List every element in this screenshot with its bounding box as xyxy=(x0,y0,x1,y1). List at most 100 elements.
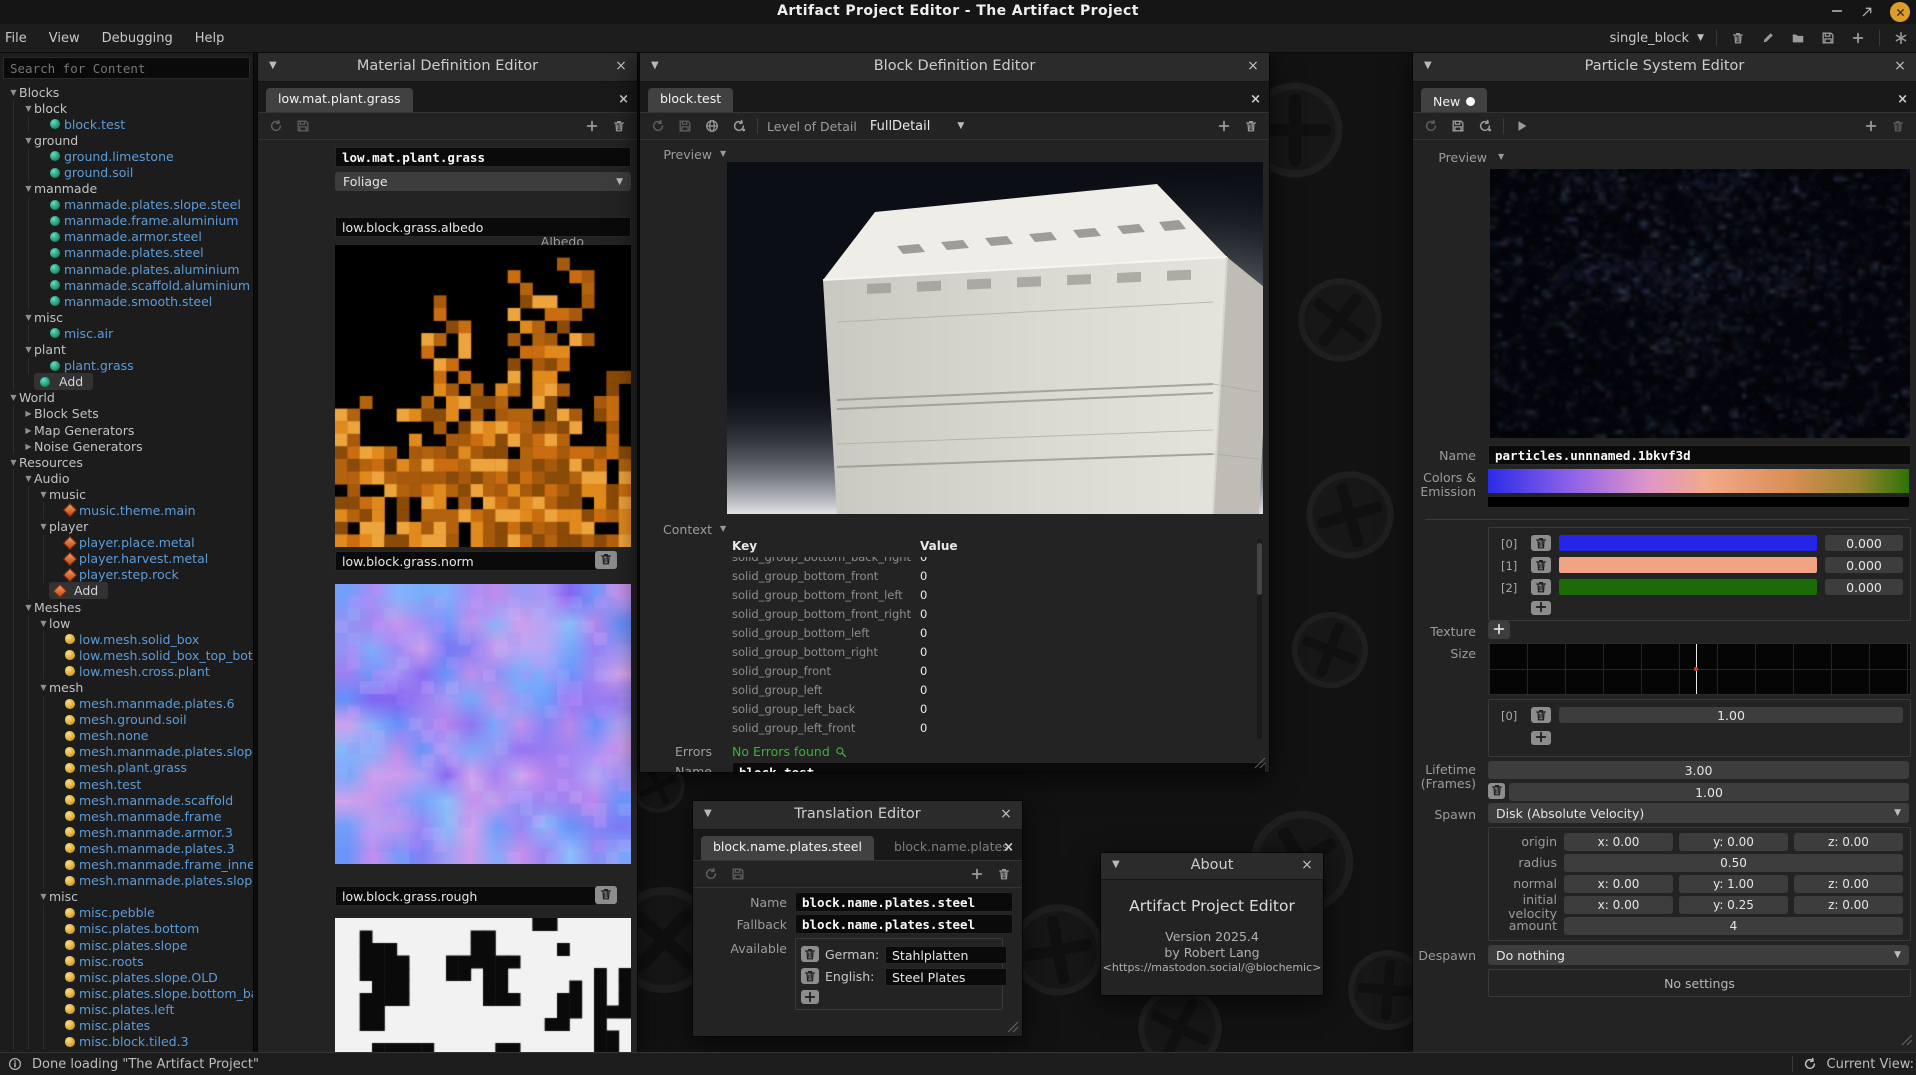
collapse-icon[interactable]: ▼ xyxy=(38,490,49,499)
about-url[interactable]: <https://mastodon.social/@biochemic> xyxy=(1101,961,1323,974)
save-icon[interactable] xyxy=(1449,117,1467,135)
close-tab-button[interactable]: × xyxy=(1250,93,1261,106)
tree-item-manmade-frame-aluminium[interactable]: manmade.frame.aluminium xyxy=(0,213,253,229)
value-button[interactable]: y: 0.25 xyxy=(1679,896,1788,914)
tree-category-block-sets[interactable]: ▶Block Sets xyxy=(0,406,253,422)
collapse-icon[interactable]: ▼ xyxy=(23,474,34,483)
block-preview-image[interactable] xyxy=(727,162,1263,514)
restore-button[interactable] xyxy=(1858,4,1876,20)
magnifier-icon[interactable] xyxy=(835,746,847,758)
fallback-input[interactable]: block.name.plates.steel xyxy=(795,914,1013,934)
value-button[interactable]: x: 0.00 xyxy=(1564,896,1673,914)
refresh-view-icon[interactable] xyxy=(1803,1057,1817,1071)
tree-item-misc-roots[interactable]: misc.roots xyxy=(0,953,253,969)
context-table[interactable]: solid_group_bottom_back_right0solid_grou… xyxy=(732,557,1247,739)
add-icon[interactable] xyxy=(1862,117,1880,135)
panel-header[interactable]: ▼ Material Definition Editor × xyxy=(258,53,637,82)
context-row[interactable]: solid_group_front0 xyxy=(732,661,1247,680)
panel-header[interactable]: ▼ Particle System Editor × xyxy=(1413,53,1916,82)
translation-value-input[interactable]: Steel Plates xyxy=(885,968,1007,986)
add-color-button[interactable] xyxy=(1531,601,1551,615)
edit-block-button[interactable] xyxy=(1759,29,1777,47)
add-icon[interactable] xyxy=(583,117,601,135)
tree-item-mesh-ground-soil[interactable]: mesh.ground.soil xyxy=(0,712,253,728)
clear-roughness-button[interactable] xyxy=(595,886,617,904)
translation-name-input[interactable]: block.name.plates.steel xyxy=(795,892,1013,912)
menu-file[interactable]: File xyxy=(5,31,27,46)
tree-add-button[interactable]: Add xyxy=(0,374,253,390)
refresh-icon[interactable] xyxy=(649,117,667,135)
context-row[interactable]: solid_group_bottom_back_right0 xyxy=(732,557,1247,566)
add-icon[interactable] xyxy=(968,865,986,883)
tree-item-manmade-armor-steel[interactable]: manmade.armor.steel xyxy=(0,229,253,245)
close-panel-button[interactable]: × xyxy=(1299,857,1315,873)
tree-category-low[interactable]: ▼low xyxy=(0,615,253,631)
tree-item-misc-plates-left[interactable]: misc.plates.left xyxy=(0,1001,253,1017)
color-position-button[interactable]: 0.000 xyxy=(1825,535,1903,551)
context-row[interactable]: solid_group_bottom_front0 xyxy=(732,566,1247,585)
context-row[interactable]: solid_group_left_front0 xyxy=(732,718,1247,737)
tree-category-player[interactable]: ▼player xyxy=(0,519,253,535)
trash-icon[interactable] xyxy=(1889,117,1907,135)
graph-point[interactable] xyxy=(1694,667,1698,671)
panel-header[interactable]: ▼ Translation Editor × xyxy=(693,801,1022,830)
play-icon[interactable] xyxy=(1513,117,1531,135)
color-swatch[interactable] xyxy=(1559,557,1817,573)
delete-block-button[interactable] xyxy=(1729,29,1747,47)
tree-item-misc-plates[interactable]: misc.plates xyxy=(0,1017,253,1033)
tree-item-misc-pebble[interactable]: misc.pebble xyxy=(0,905,253,921)
panel-header[interactable]: ▼ About × xyxy=(1101,853,1323,880)
tree-item-ground-soil[interactable]: ground.soil xyxy=(0,164,253,180)
tree-item-mesh-manmade-scaffold[interactable]: mesh.manmade.scaffold xyxy=(0,792,253,808)
reload-icon[interactable] xyxy=(1476,117,1494,135)
tree-item-misc-plates-slope[interactable]: misc.plates.slope xyxy=(0,937,253,953)
tab-translation-aluminium[interactable]: block.name.plates.aluminium xyxy=(882,836,1011,860)
collapse-icon[interactable]: ▼ xyxy=(38,619,49,628)
add-size-button[interactable] xyxy=(1531,731,1551,745)
value-button[interactable]: 4 xyxy=(1564,917,1903,935)
emission-gradient-bar[interactable] xyxy=(1488,497,1909,507)
lod-dropdown[interactable]: FullDetail xyxy=(870,119,931,134)
color-gradient-bar[interactable] xyxy=(1488,469,1909,493)
value-button[interactable]: x: 0.00 xyxy=(1564,833,1673,851)
tree-category-ground[interactable]: ▼ground xyxy=(0,132,253,148)
particle-name-input[interactable]: particles.unnnamed.1bkvf3d xyxy=(1488,445,1911,465)
context-row[interactable]: solid_group_right0 xyxy=(732,737,1247,739)
settings-asterisk-button[interactable] xyxy=(1892,29,1910,47)
menu-help[interactable]: Help xyxy=(195,31,225,46)
color-position-button[interactable]: 0.000 xyxy=(1825,579,1903,595)
tab-material[interactable]: low.mat.plant.grass xyxy=(266,88,413,112)
tree-category-plant[interactable]: ▼plant xyxy=(0,342,253,358)
close-panel-button[interactable]: × xyxy=(613,58,629,74)
tree-item-manmade-smooth-steel[interactable]: manmade.smooth.steel xyxy=(0,293,253,309)
tree-category-mesh[interactable]: ▼mesh xyxy=(0,679,253,695)
block-name-input[interactable]: block.test xyxy=(732,762,1266,773)
tree-category-meshes[interactable]: ▼Meshes xyxy=(0,599,253,615)
collapse-icon[interactable]: ▼ xyxy=(8,393,19,402)
value-button[interactable]: z: 0.00 xyxy=(1794,875,1903,893)
tree-item-mesh-manmade-frame-inner[interactable]: mesh.manmade.frame_inner xyxy=(0,857,253,873)
value-button[interactable]: z: 0.00 xyxy=(1794,833,1903,851)
color-swatch[interactable] xyxy=(1559,535,1817,551)
resize-grip[interactable] xyxy=(1901,1034,1913,1046)
panel-header[interactable]: ▼ Block Definition Editor × xyxy=(640,53,1269,82)
add-button[interactable]: Add xyxy=(49,582,108,599)
tree-item-block-test[interactable]: block.test xyxy=(0,116,253,132)
collapse-icon[interactable]: ▼ xyxy=(23,104,34,113)
save-button[interactable] xyxy=(1819,29,1837,47)
collapse-preview-icon[interactable]: ▼ xyxy=(1498,152,1504,161)
collapse-icon[interactable]: ▼ xyxy=(8,458,19,467)
add-button[interactable]: Add xyxy=(34,373,93,390)
delete-language-button[interactable] xyxy=(801,968,819,984)
search-input[interactable] xyxy=(3,57,250,79)
color-swatch[interactable] xyxy=(1559,579,1817,595)
collapse-icon[interactable]: ▼ xyxy=(23,603,34,612)
add-button[interactable] xyxy=(1849,29,1867,47)
tree-category-block[interactable]: ▼block xyxy=(0,100,253,116)
block-selector[interactable]: single_block ▼ xyxy=(1610,31,1704,46)
tree-item-misc-block-tiled-3[interactable]: misc.block.tiled.3 xyxy=(0,1034,253,1050)
tree-item-mesh-manmade-plates-6[interactable]: mesh.manmade.plates.6 xyxy=(0,696,253,712)
tree-item-low-mesh-cross-plant[interactable]: low.mesh.cross.plant xyxy=(0,663,253,679)
tree-item-mesh-manmade-plates-slope-6[interactable]: mesh.manmade.plates.slope.6 xyxy=(0,873,253,889)
albedo-texture-input[interactable]: low.block.grass.albedo xyxy=(335,217,631,237)
